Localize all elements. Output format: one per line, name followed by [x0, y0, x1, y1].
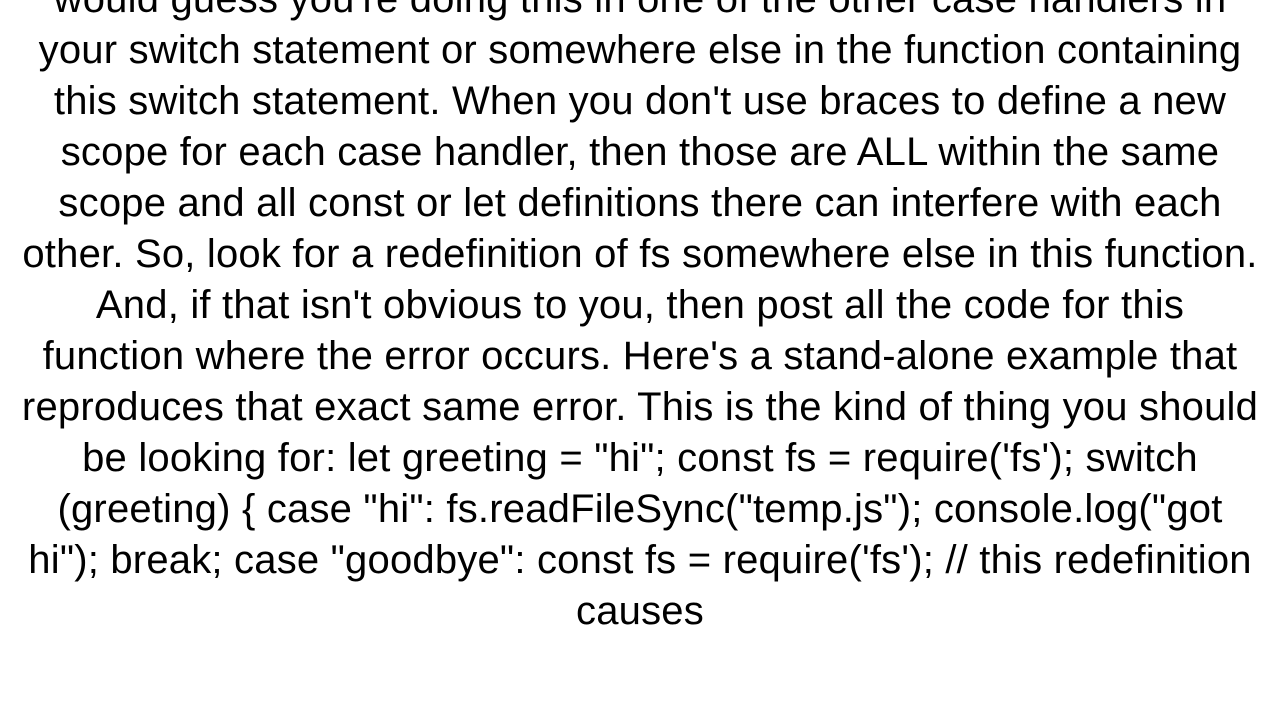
- document-text: would guess you're doing this in one of …: [0, 0, 1280, 637]
